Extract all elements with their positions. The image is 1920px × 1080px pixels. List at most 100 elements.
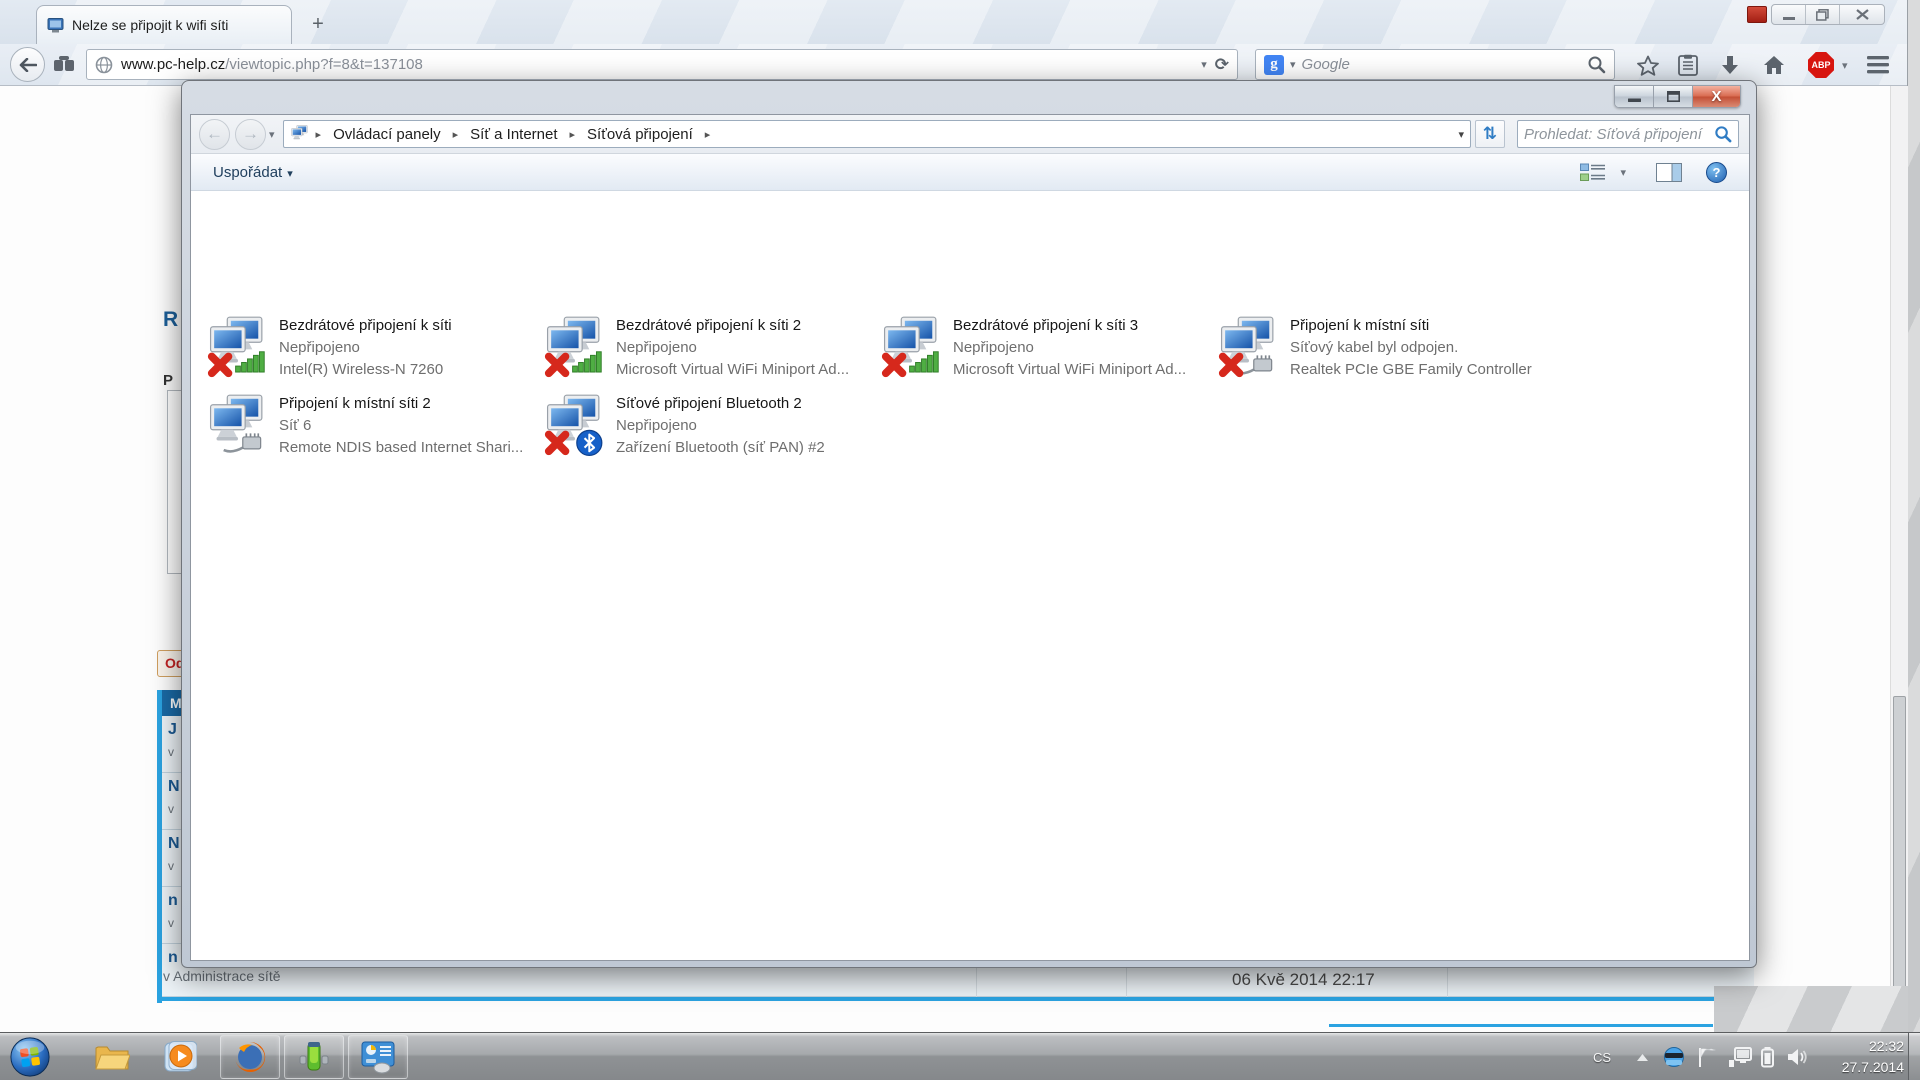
refresh-icon[interactable]: ⇅ [1475,120,1505,148]
globe-icon [95,56,113,74]
url-bar[interactable]: www.pc-help.cz/viewtopic.php?f=8&t=13710… [86,49,1238,80]
browser-titlebar: Nelze se připojit k wifi síti + [0,0,1907,44]
battery-icon [1760,1046,1775,1068]
firefox-icon [233,1040,267,1074]
reload-icon[interactable]: ⟳ [1215,55,1229,75]
breadcrumb-chevron-icon [568,128,578,141]
connection-item-wireless-3[interactable]: Bezdrátové připojení k síti 3 Nepřipojen… [881,314,1213,384]
url-text: www.pc-help.cz/viewtopic.php?f=8&t=13710… [121,56,1193,73]
topic-sub: v [168,745,174,759]
titlebar-red-indicator-icon [1747,6,1767,23]
tab-title: Nelze se připojit k wifi síti [72,17,228,33]
wifi-disconnected-icon [207,314,269,380]
tray-app-icon[interactable] [1662,1033,1686,1080]
adblock-dropdown-icon[interactable]: ▾ [1842,59,1848,72]
green-app-icon [297,1040,331,1074]
browser-close-button[interactable] [1840,5,1884,24]
connection-item-wireless-2[interactable]: Bezdrátové připojení k síti 2 Nepřipojen… [544,314,876,384]
forum-category-link[interactable]: v Administrace sítě [163,968,281,984]
explorer-search-input[interactable] [1524,126,1714,143]
explorer-search-box[interactable] [1517,120,1739,148]
window-close-button[interactable]: X [1693,86,1740,107]
breadcrumb[interactable]: Ovládací panely Síť a Internet Síťová př… [283,120,1471,148]
wifi-disconnected-icon [881,314,943,380]
show-hidden-icons-button[interactable] [1636,1033,1649,1080]
taskbar-clock[interactable]: 22:32 27.7.2014 [1818,1036,1904,1078]
downloads-icon[interactable] [1716,52,1744,78]
back-button[interactable] [10,47,45,82]
view-options-icon[interactable] [1580,163,1606,182]
forward-button[interactable] [54,56,78,74]
taskbar-green-app-button[interactable] [284,1035,344,1079]
bookmark-star-icon[interactable] [1634,52,1662,78]
action-center-icon[interactable] [1696,1033,1718,1080]
scrollbar-thumb[interactable] [1893,696,1906,1016]
language-indicator[interactable]: CS [1588,1033,1616,1080]
explorer-back-button[interactable]: ← [199,119,230,150]
history-dropdown-icon[interactable]: ▾ [269,128,275,141]
connection-item-wireless-1[interactable]: Bezdrátové připojení k síti Nepřipojeno … [207,314,539,384]
forum-post-label: P [163,372,178,389]
taskbar: CS [0,1032,1920,1080]
taskbar-media-player-button[interactable] [158,1035,202,1079]
window-minimize-button[interactable] [1615,86,1654,107]
explorer-toolbar: Uspořádat▾ ▾ ? [191,154,1749,191]
explorer-search-magnifier-icon [1714,125,1732,143]
table-top-border-next [1329,1024,1713,1027]
breadcrumb-network-internet[interactable]: Síť a Internet [464,124,563,145]
address-dropdown-icon[interactable]: ▾ [1458,128,1464,141]
browser-restore-button[interactable] [1806,5,1840,24]
control-panel-icon [360,1040,396,1074]
connection-name: Připojení k místní síti 2 [279,393,523,415]
adblock-plus-icon[interactable]: ABP [1806,52,1836,78]
clock-time: 22:32 [1818,1036,1904,1057]
breadcrumb-chevron-icon [314,128,324,141]
topic-link[interactable]: J [168,721,177,739]
search-box[interactable]: g ▾ [1255,49,1615,80]
help-icon[interactable]: ? [1706,162,1727,183]
google-engine-icon[interactable]: g [1264,55,1284,75]
connection-item-bluetooth[interactable]: Síťové připojení Bluetooth 2 Nepřipojeno… [544,392,876,462]
taskbar-network-connections-button[interactable] [348,1035,408,1079]
connection-item-lan-2[interactable]: Připojení k místní síti 2 Síť 6 Remote N… [207,392,539,462]
breadcrumb-control-panel[interactable]: Ovládací panely [327,124,447,145]
volume-tray-icon[interactable] [1786,1033,1808,1080]
battery-tray-icon[interactable] [1760,1033,1775,1080]
connection-name: Síťové připojení Bluetooth 2 [616,393,825,415]
menu-hamburger-icon[interactable] [1864,52,1892,78]
search-input[interactable] [1302,56,1581,73]
window-maximize-button[interactable] [1654,86,1693,107]
new-tab-button[interactable]: + [302,12,334,38]
preview-pane-icon[interactable] [1656,163,1682,182]
browser-tab[interactable]: Nelze se připojit k wifi síti [36,5,292,44]
show-desktop-button[interactable] [1908,1033,1920,1080]
connection-device: Zařízení Bluetooth (síť PAN) #2 [616,437,825,459]
search-magnifier-icon[interactable] [1587,55,1606,74]
taskbar-firefox-button[interactable] [220,1035,280,1079]
desktop-stripe-patch [1714,986,1908,1032]
browser-minimize-button[interactable] [1772,5,1806,24]
connection-name: Bezdrátové připojení k síti [279,315,452,337]
search-engine-dropdown-icon[interactable]: ▾ [1290,58,1296,71]
page-scrollbar[interactable] [1890,86,1908,1032]
explorer-forward-button[interactable]: → [235,119,266,150]
home-icon[interactable] [1760,52,1788,78]
connection-device: Microsoft Virtual WiFi Miniport Ad... [616,359,849,381]
connection-item-lan-1[interactable]: Připojení k místní síti Síťový kabel byl… [1218,314,1550,384]
speaker-icon [1786,1046,1808,1068]
taskbar-explorer-button[interactable] [90,1035,134,1079]
explorer-address-bar: ← → ▾ Ovládací panely Síť a Internet Síť… [191,115,1749,154]
tab-favicon-monitor-icon [47,18,64,33]
breadcrumb-network-connections[interactable]: Síťová připojení [581,124,699,145]
connection-device: Microsoft Virtual WiFi Miniport Ad... [953,359,1186,381]
bookmarks-menu-icon[interactable] [1674,52,1702,78]
topic-link[interactable]: N [168,835,180,853]
network-tray-icon[interactable] [1727,1033,1753,1080]
organize-button[interactable]: Uspořádat▾ [213,164,293,181]
topic-link[interactable]: n [168,949,178,967]
view-options-dropdown-icon[interactable]: ▾ [1620,166,1626,179]
topic-link[interactable]: N [168,778,180,796]
url-dropdown-icon[interactable]: ▾ [1201,58,1207,71]
start-button[interactable] [6,1035,54,1079]
topic-link[interactable]: n [168,892,178,910]
